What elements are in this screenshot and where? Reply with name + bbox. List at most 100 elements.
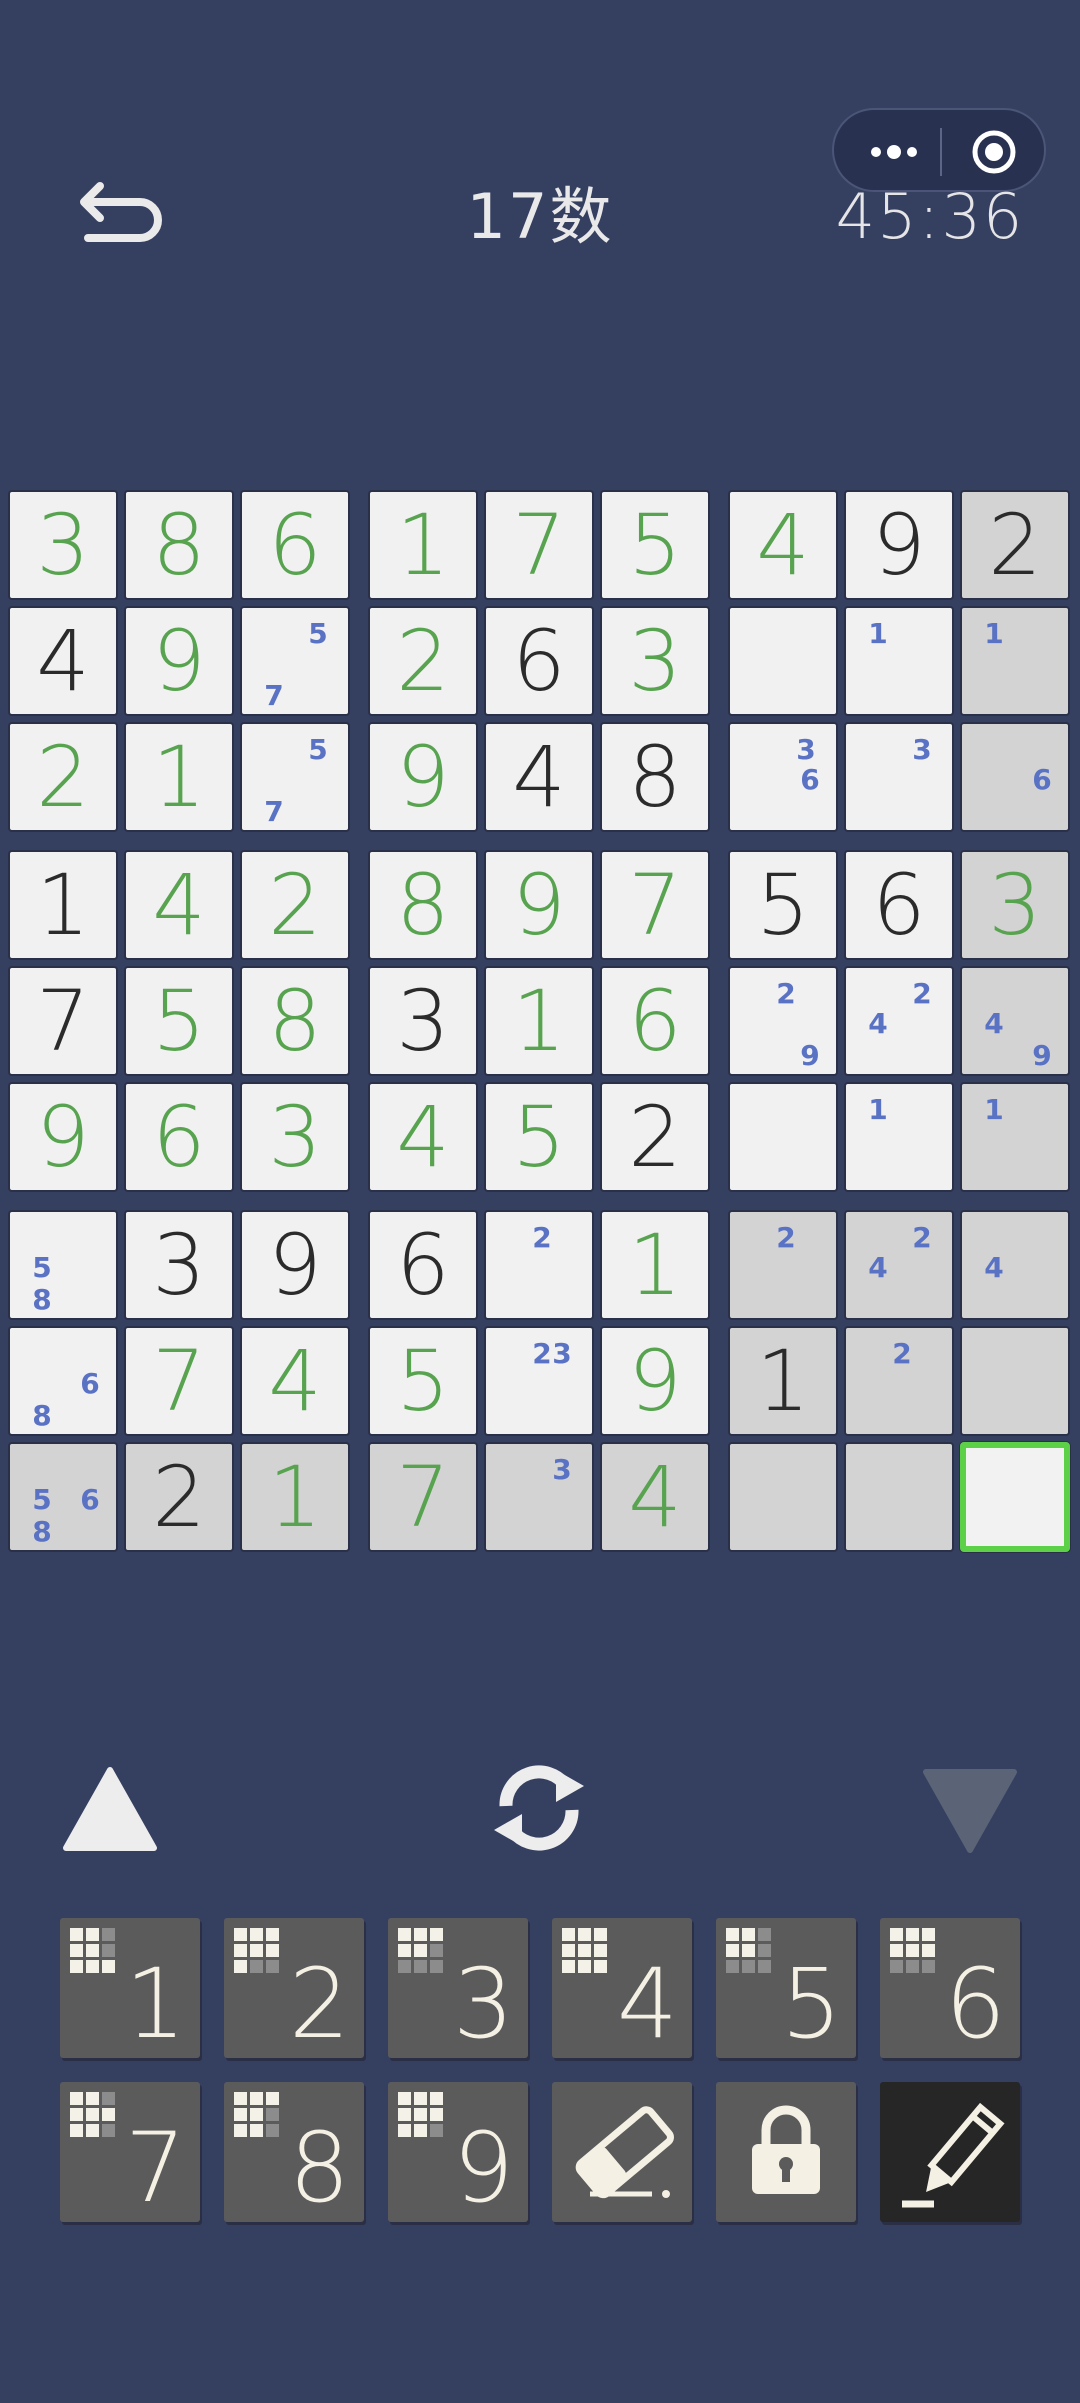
sudoku-cell[interactable]: 5 (600, 490, 710, 600)
sudoku-cell[interactable]: 1 (960, 1082, 1070, 1192)
sudoku-cell[interactable]: 1 (124, 722, 234, 832)
sudoku-cell[interactable]: 6 (600, 966, 710, 1076)
sudoku-cell[interactable]: 2 (368, 606, 478, 716)
sudoku-cell[interactable]: 7 (600, 850, 710, 960)
sudoku-cell[interactable] (728, 606, 838, 716)
sudoku-cell[interactable]: 2 (600, 1082, 710, 1192)
sudoku-cell[interactable]: 1 (960, 606, 1070, 716)
sudoku-cell[interactable]: 2 (240, 850, 350, 960)
number-key-4[interactable]: 4 (552, 1918, 692, 2060)
sudoku-cell[interactable]: 7 (124, 1326, 234, 1436)
sudoku-cell[interactable]: 3 (844, 722, 954, 832)
number-key-1[interactable]: 1 (60, 1918, 200, 2060)
sudoku-cell[interactable]: 9 (240, 1210, 350, 1320)
sudoku-cell[interactable]: 4 (368, 1082, 478, 1192)
sudoku-cell[interactable]: 4 (240, 1326, 350, 1436)
sudoku-cell[interactable]: 8 (600, 722, 710, 832)
sudoku-cell[interactable]: 3 (484, 1442, 594, 1552)
number-key-9[interactable]: 9 (388, 2082, 528, 2224)
sudoku-cell[interactable]: 2 (960, 490, 1070, 600)
sudoku-cell[interactable]: 7 (484, 490, 594, 600)
sudoku-cell[interactable]: 2 (8, 722, 118, 832)
sudoku-cell[interactable]: 3 (600, 606, 710, 716)
sudoku-cell[interactable]: 1 (368, 490, 478, 600)
sudoku-cell[interactable]: 8 (240, 966, 350, 1076)
sudoku-cell[interactable]: 23 (484, 1326, 594, 1436)
sudoku-cell[interactable]: 4 (600, 1442, 710, 1552)
number-key-7[interactable]: 7 (60, 2082, 200, 2224)
sudoku-cell[interactable]: 7 (8, 966, 118, 1076)
number-key-5[interactable]: 5 (716, 1918, 856, 2060)
sudoku-cell[interactable]: 1 (844, 606, 954, 716)
sudoku-cell[interactable]: 6 (960, 722, 1070, 832)
sudoku-cell[interactable]: 5 (484, 1082, 594, 1192)
sudoku-cell[interactable]: 4 (124, 850, 234, 960)
sudoku-cell[interactable]: 2 (728, 1210, 838, 1320)
sudoku-cell[interactable]: 9 (600, 1326, 710, 1436)
triangle-up-icon[interactable] (60, 1764, 160, 1856)
sudoku-cell[interactable]: 49 (960, 966, 1070, 1076)
sudoku-cell[interactable]: 57 (240, 606, 350, 716)
pencil-button[interactable] (880, 2082, 1020, 2222)
sudoku-cell[interactable]: 6 (484, 606, 594, 716)
sudoku-cell[interactable]: 58 (8, 1210, 118, 1320)
sudoku-cell[interactable]: 1 (844, 1082, 954, 1192)
sudoku-cell[interactable]: 3 (368, 966, 478, 1076)
sudoku-cell[interactable]: 2 (844, 1326, 954, 1436)
sudoku-cell[interactable]: 36 (728, 722, 838, 832)
sudoku-cell[interactable]: 2 (484, 1210, 594, 1320)
sudoku-cell[interactable]: 6 (240, 490, 350, 600)
sudoku-cell[interactable]: 24 (844, 1210, 954, 1320)
sudoku-cell[interactable]: 6 (368, 1210, 478, 1320)
sync-icon[interactable] (486, 1758, 592, 1858)
sudoku-cell[interactable]: 2 (124, 1442, 234, 1552)
more-dots-icon[interactable] (864, 130, 924, 174)
sudoku-cell[interactable]: 5 (124, 966, 234, 1076)
sudoku-cell[interactable]: 9 (368, 722, 478, 832)
sudoku-cell[interactable]: 568 (8, 1442, 118, 1552)
sudoku-cell[interactable]: 3 (960, 850, 1070, 960)
sudoku-cell[interactable]: 1 (8, 850, 118, 960)
sudoku-cell[interactable]: 3 (240, 1082, 350, 1192)
sudoku-cell[interactable]: 1 (484, 966, 594, 1076)
number-key-6[interactable]: 6 (880, 1918, 1020, 2060)
triangle-down-icon[interactable] (920, 1764, 1020, 1856)
selected-cell[interactable] (960, 1442, 1070, 1552)
sudoku-cell[interactable]: 4 (960, 1210, 1070, 1320)
sudoku-cell[interactable]: 1 (240, 1442, 350, 1552)
sudoku-cell[interactable]: 9 (124, 606, 234, 716)
sudoku-cell[interactable]: 5 (368, 1326, 478, 1436)
back-arrow-icon[interactable] (78, 178, 168, 258)
sudoku-cell[interactable] (728, 1082, 838, 1192)
sudoku-cell[interactable]: 5 (728, 850, 838, 960)
target-icon[interactable] (970, 128, 1018, 176)
sudoku-cell[interactable]: 68 (8, 1326, 118, 1436)
sudoku-cell[interactable]: 6 (844, 850, 954, 960)
sudoku-cell[interactable]: 8 (368, 850, 478, 960)
sudoku-cell[interactable] (844, 1442, 954, 1552)
sudoku-cell[interactable]: 57 (240, 722, 350, 832)
sudoku-cell[interactable]: 1 (728, 1326, 838, 1436)
sudoku-cell[interactable] (960, 1326, 1070, 1436)
sudoku-cell[interactable]: 7 (368, 1442, 478, 1552)
sudoku-cell[interactable]: 9 (484, 850, 594, 960)
pencil-note: 1 (984, 617, 1004, 650)
number-key-2[interactable]: 2 (224, 1918, 364, 2060)
sudoku-cell[interactable]: 3 (124, 1210, 234, 1320)
sudoku-cell[interactable]: 1 (600, 1210, 710, 1320)
sudoku-cell[interactable]: 9 (844, 490, 954, 600)
sudoku-cell[interactable]: 8 (124, 490, 234, 600)
sudoku-cell[interactable]: 29 (728, 966, 838, 1076)
sudoku-cell[interactable]: 6 (124, 1082, 234, 1192)
lock-button[interactable] (716, 2082, 856, 2222)
sudoku-cell[interactable]: 4 (728, 490, 838, 600)
erase-button[interactable] (552, 2082, 692, 2222)
sudoku-cell[interactable] (728, 1442, 838, 1552)
sudoku-cell[interactable]: 24 (844, 966, 954, 1076)
sudoku-cell[interactable]: 9 (8, 1082, 118, 1192)
sudoku-cell[interactable]: 4 (8, 606, 118, 716)
number-key-8[interactable]: 8 (224, 2082, 364, 2224)
number-key-3[interactable]: 3 (388, 1918, 528, 2060)
sudoku-cell[interactable]: 4 (484, 722, 594, 832)
sudoku-cell[interactable]: 3 (8, 490, 118, 600)
